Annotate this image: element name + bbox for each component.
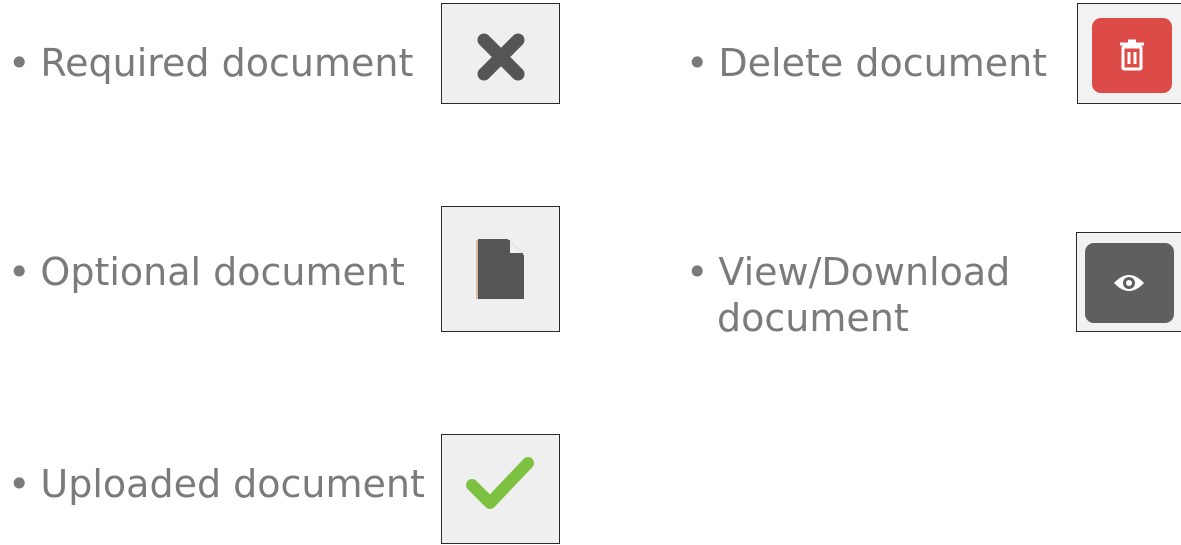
required-document-label: • Required document bbox=[8, 40, 413, 86]
x-icon bbox=[477, 33, 525, 81]
required-document-text: Required document bbox=[40, 41, 414, 85]
view-download-document-label: • View/Download document bbox=[686, 249, 1010, 341]
checkmark-icon bbox=[466, 457, 534, 509]
uploaded-document-label: • Uploaded document bbox=[8, 461, 425, 507]
bullet: • bbox=[8, 250, 31, 294]
view-button[interactable] bbox=[1077, 233, 1181, 333]
bullet: • bbox=[8, 41, 31, 85]
optional-document-label: • Optional document bbox=[8, 249, 405, 295]
delete-document-icon-box bbox=[1077, 3, 1181, 104]
delete-button[interactable] bbox=[1078, 4, 1181, 105]
delete-document-label: • Delete document bbox=[686, 40, 1047, 86]
view-download-text-line1: View/Download bbox=[718, 250, 1011, 294]
bullet: • bbox=[686, 250, 709, 294]
optional-document-text: Optional document bbox=[40, 250, 405, 294]
optional-document-icon-box bbox=[441, 206, 560, 332]
bullet: • bbox=[8, 462, 31, 506]
document-icon bbox=[476, 239, 524, 299]
view-download-icon-box bbox=[1076, 232, 1181, 332]
bullet: • bbox=[686, 41, 709, 85]
required-document-icon-box bbox=[441, 3, 560, 104]
delete-document-text: Delete document bbox=[718, 41, 1048, 85]
uploaded-document-text: Uploaded document bbox=[40, 462, 425, 506]
uploaded-document-icon-box bbox=[441, 434, 560, 544]
view-download-text-line2: document bbox=[717, 296, 909, 340]
